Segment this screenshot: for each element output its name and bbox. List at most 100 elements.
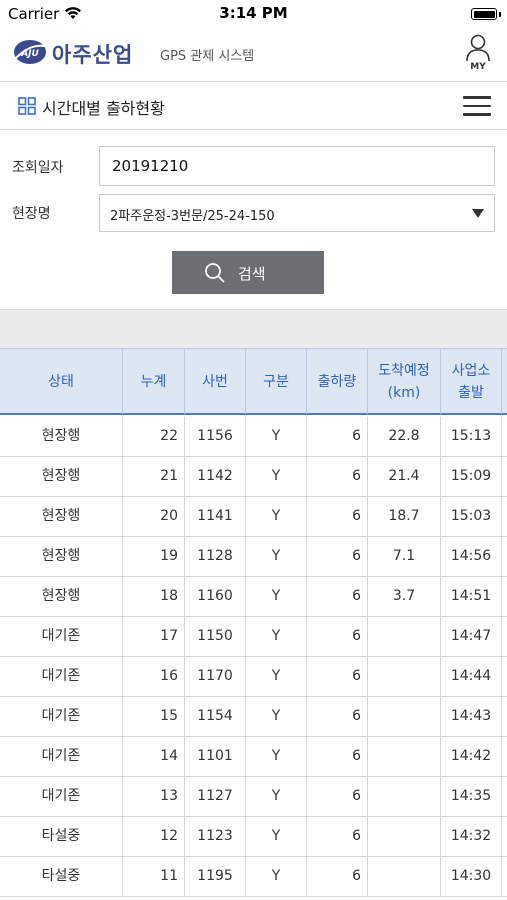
cell-arrival-eta: 3.7 (368, 577, 441, 616)
table-row[interactable]: 현장행 22 1156 Y 6 22.8 15:13 (0, 417, 507, 457)
cell-overflow (502, 697, 507, 736)
table-header: 상태 누계 사번 구분 출하량 도착예정 (km) 사업소 출발 (0, 348, 507, 415)
table-row[interactable]: 타설중 11 1195 Y 6 14:30 (0, 857, 507, 897)
cell-employee-no: 1160 (185, 577, 246, 616)
cell-employee-no: 1101 (185, 737, 246, 776)
date-input[interactable] (99, 146, 495, 186)
cell-cumulative: 16 (123, 657, 185, 696)
cell-employee-no: 1127 (185, 777, 246, 816)
cell-status: 대기존 (0, 617, 123, 656)
header-arrival-eta[interactable]: 도착예정 (km) (368, 349, 441, 414)
cell-office-departure: 14:47 (441, 617, 502, 656)
header-office-departure[interactable]: 사업소 출발 (441, 349, 502, 414)
cell-arrival-eta (368, 777, 441, 816)
cell-cumulative: 15 (123, 697, 185, 736)
cell-employee-no: 1150 (185, 617, 246, 656)
cell-employee-no: 1123 (185, 817, 246, 856)
search-button[interactable]: 검색 (172, 251, 324, 294)
cell-office-departure: 15:03 (441, 497, 502, 536)
cell-quantity: 6 (307, 697, 368, 736)
header-cumulative[interactable]: 누계 (123, 349, 185, 414)
cell-office-departure: 14:51 (441, 577, 502, 616)
cell-employee-no: 1128 (185, 537, 246, 576)
cell-quantity: 6 (307, 777, 368, 816)
cell-employee-no: 1154 (185, 697, 246, 736)
brand-header: AJU 아주산업 GPS 관제 시스템 MY (0, 28, 507, 82)
battery-tip (499, 12, 501, 17)
caret-down-icon (472, 209, 484, 218)
table-row[interactable]: 대기존 13 1127 Y 6 14:35 (0, 777, 507, 817)
cell-quantity: 6 (307, 857, 368, 896)
cell-cumulative: 19 (123, 537, 185, 576)
header-employee-no[interactable]: 사번 (185, 349, 246, 414)
my-account-button[interactable]: MY (463, 32, 493, 76)
cell-overflow (502, 617, 507, 656)
cell-office-departure: 14:35 (441, 777, 502, 816)
cell-cumulative: 17 (123, 617, 185, 656)
aju-logo-icon: AJU (14, 40, 46, 64)
cell-office-departure: 14:43 (441, 697, 502, 736)
cell-employee-no: 1156 (185, 417, 246, 456)
cell-office-departure: 14:44 (441, 657, 502, 696)
cell-cumulative: 12 (123, 817, 185, 856)
table-row[interactable]: 대기존 14 1101 Y 6 14:42 (0, 737, 507, 777)
cell-quantity: 6 (307, 817, 368, 856)
cell-overflow (502, 417, 507, 456)
cell-overflow (502, 777, 507, 816)
cell-type: Y (246, 657, 307, 696)
table-row[interactable]: 현장행 21 1142 Y 6 21.4 15:09 (0, 457, 507, 497)
cell-status: 대기존 (0, 657, 123, 696)
cell-cumulative: 14 (123, 737, 185, 776)
cell-cumulative: 22 (123, 417, 185, 456)
cell-quantity: 6 (307, 617, 368, 656)
hamburger-menu-icon[interactable] (463, 94, 491, 118)
user-icon (466, 34, 490, 62)
cell-cumulative: 13 (123, 777, 185, 816)
cell-quantity: 6 (307, 457, 368, 496)
cell-office-departure: 14:56 (441, 537, 502, 576)
section-divider (0, 309, 507, 349)
cell-arrival-eta: 22.8 (368, 417, 441, 456)
table-row[interactable]: 현장행 20 1141 Y 6 18.7 15:03 (0, 497, 507, 537)
cell-employee-no: 1142 (185, 457, 246, 496)
status-bar: Carrier 3:14 PM (0, 0, 507, 28)
logo-text: AJU (20, 49, 39, 59)
table-row[interactable]: 현장행 18 1160 Y 6 3.7 14:51 (0, 577, 507, 617)
table-row[interactable]: 대기존 16 1170 Y 6 14:44 (0, 657, 507, 697)
cell-overflow (502, 537, 507, 576)
table-row[interactable]: 대기존 17 1150 Y 6 14:47 (0, 617, 507, 657)
cell-type: Y (246, 777, 307, 816)
cell-overflow (502, 457, 507, 496)
header-overflow (502, 349, 507, 414)
cell-arrival-eta (368, 857, 441, 896)
cell-status: 타설중 (0, 857, 123, 896)
cell-type: Y (246, 417, 307, 456)
table-row[interactable]: 대기존 15 1154 Y 6 14:43 (0, 697, 507, 737)
cell-status: 현장행 (0, 537, 123, 576)
cell-cumulative: 11 (123, 857, 185, 896)
site-select[interactable]: 2파주운정-3번문/25-24-150 (99, 194, 495, 232)
cell-status: 타설중 (0, 817, 123, 856)
cell-arrival-eta (368, 657, 441, 696)
header-type[interactable]: 구분 (246, 349, 307, 414)
cell-quantity: 6 (307, 737, 368, 776)
brand-name: 아주산업 (52, 43, 134, 67)
cell-type: Y (246, 737, 307, 776)
table-row[interactable]: 현장행 19 1128 Y 6 7.1 14:56 (0, 537, 507, 577)
table-row[interactable]: 타설중 12 1123 Y 6 14:32 (0, 817, 507, 857)
cell-overflow (502, 657, 507, 696)
page-title: 시간대별 출하현황 (42, 99, 165, 118)
header-status[interactable]: 상태 (0, 349, 123, 414)
cell-status: 현장행 (0, 417, 123, 456)
cell-arrival-eta (368, 617, 441, 656)
cell-quantity: 6 (307, 417, 368, 456)
cell-overflow (502, 497, 507, 536)
grid-icon (18, 97, 36, 115)
header-quantity[interactable]: 출하량 (307, 349, 368, 414)
cell-arrival-eta (368, 697, 441, 736)
cell-arrival-eta: 21.4 (368, 457, 441, 496)
cell-office-departure: 14:42 (441, 737, 502, 776)
cell-type: Y (246, 817, 307, 856)
cell-type: Y (246, 617, 307, 656)
cell-overflow (502, 857, 507, 896)
